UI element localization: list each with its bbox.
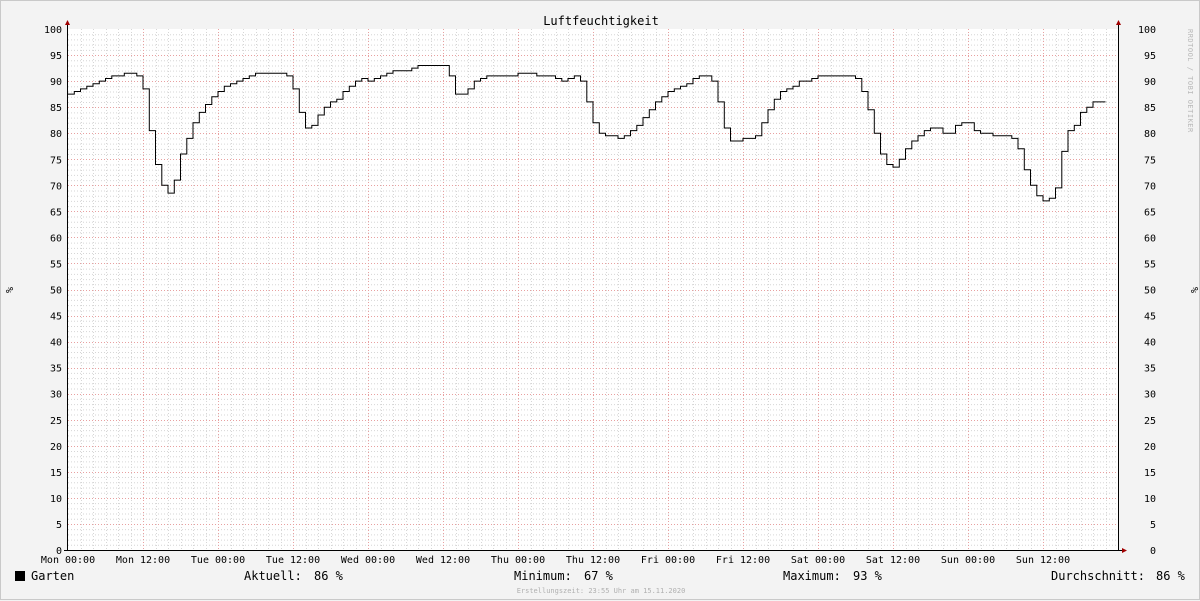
y-tick-label-left: 80: [50, 129, 62, 140]
y-tick-label-right: 60: [1144, 233, 1156, 244]
x-tick-label: Sat 12:00: [866, 555, 920, 566]
y-tick-label-left: 25: [50, 416, 62, 427]
chart-title: Luftfeuchtigkeit: [543, 14, 659, 28]
x-tick-label: Wed 12:00: [416, 555, 470, 566]
y-tick-label-right: 85: [1144, 103, 1156, 114]
y-tick-label-left: 75: [50, 155, 62, 166]
y-tick-label-left: 60: [50, 233, 62, 244]
y-tick-label-right: 55: [1144, 259, 1156, 270]
x-tick-label: Mon 12:00: [116, 555, 170, 566]
x-tick-label: Tue 00:00: [191, 555, 245, 566]
stat-max-label: Maximum:: [783, 569, 841, 583]
y-tick-label-left: 50: [50, 286, 62, 297]
x-tick-label: Thu 00:00: [491, 555, 545, 566]
y-tick-label-left: 55: [50, 259, 62, 270]
y-tick-label-left: 30: [50, 390, 62, 401]
legend-swatch: [15, 571, 25, 581]
y-tick-label-left: 85: [50, 103, 62, 114]
x-axis-arrow: [1122, 548, 1127, 553]
y-tick-label-left: 35: [50, 364, 62, 375]
y-tick-label-left: 15: [50, 468, 62, 479]
y-tick-label-left: 10: [50, 494, 62, 505]
y-axis-label-left: %: [5, 287, 16, 293]
footer-timestamp: Erstellungszeit: 23:55 Uhr am 15.11.2020: [517, 587, 686, 595]
y-tick-labels-left: 0510152025303540455055606570758085909510…: [44, 25, 62, 557]
y-tick-label-right: 10: [1144, 494, 1156, 505]
y-axis-arrow-right: [1116, 20, 1121, 25]
x-tick-label: Thu 12:00: [566, 555, 620, 566]
y-tick-label-right: 5: [1150, 520, 1156, 531]
chart-root: 0 5 10 15 20 25 30 35 40 45 50 55 60 65 70 75 80 85 90 95 10…: [0, 0, 1200, 600]
x-tick-label: Wed 00:00: [341, 555, 395, 566]
x-tick-label: Mon 00:00: [41, 555, 95, 566]
y-tick-label-left: 65: [50, 207, 62, 218]
y-tick-label-right: 0: [1150, 546, 1156, 557]
y-axis-label-right: %: [1188, 287, 1199, 293]
y-tick-label-right: 30: [1144, 390, 1156, 401]
y-tick-label-left: 100: [44, 25, 62, 36]
stat-avg-label: Durchschnitt:: [1051, 569, 1145, 583]
x-tick-label: Sun 12:00: [1016, 555, 1070, 566]
x-tick-label: Sat 00:00: [791, 555, 845, 566]
y-tick-label-right: 65: [1144, 207, 1156, 218]
y-tick-label-right: 20: [1144, 442, 1156, 453]
legend-label: Garten: [31, 569, 74, 583]
y-tick-label-left: 90: [50, 77, 62, 88]
x-tick-label: Tue 12:00: [266, 555, 320, 566]
y-tick-label-right: 35: [1144, 364, 1156, 375]
stat-avg-value: 86 %: [1156, 569, 1186, 583]
x-tick-label: Sun 00:00: [941, 555, 995, 566]
watermark: RRDTOOL / TOBI OETIKER: [1186, 29, 1194, 133]
y-tick-label-right: 45: [1144, 312, 1156, 323]
y-tick-label-right: 50: [1144, 286, 1156, 297]
stat-current-label: Aktuell:: [244, 569, 302, 583]
y-tick-label-right: 80: [1144, 129, 1156, 140]
stat-current-value: 86 %: [314, 569, 344, 583]
stat-min-value: 67 %: [584, 569, 614, 583]
y-axis-arrow-left: [65, 20, 70, 25]
x-tick-labels: Mon 00:00 Mon 12:00 Tue 00:00 Tue 12:00 Wed …: [41, 555, 1070, 566]
x-tick-label: Fri 12:00: [716, 555, 770, 566]
x-tick-label: Fri 00:00: [641, 555, 695, 566]
y-tick-label-right: 90: [1144, 77, 1156, 88]
legend: Garten Aktuell: 86 % Minimum: 67 % Maxim…: [15, 569, 1186, 583]
stat-max-value: 93 %: [853, 569, 883, 583]
y-tick-label-right: 15: [1144, 468, 1156, 479]
y-tick-label-left: 40: [50, 338, 62, 349]
y-tick-label-left: 70: [50, 181, 62, 192]
stat-min-label: Minimum:: [514, 569, 572, 583]
y-tick-label-right: 40: [1144, 338, 1156, 349]
y-tick-label-left: 95: [50, 51, 62, 62]
y-tick-label-right: 95: [1144, 51, 1156, 62]
y-tick-label-left: 5: [56, 520, 62, 531]
y-tick-labels-right: 0 5 10 15 20 25 30 35 40 45 50 55 60 65 70 75 80 85 90 95 10…: [1138, 25, 1156, 557]
y-tick-label-right: 100: [1138, 25, 1156, 36]
y-tick-label-right: 75: [1144, 155, 1156, 166]
humidity-chart: 0 5 10 15 20 25 30 35 40 45 50 55 60 65 70 75 80 85 90 95 10…: [5, 14, 1199, 595]
y-tick-label-right: 25: [1144, 416, 1156, 427]
y-tick-label-left: 20: [50, 442, 62, 453]
y-tick-label-left: 45: [50, 312, 62, 323]
y-tick-label-right: 70: [1144, 181, 1156, 192]
